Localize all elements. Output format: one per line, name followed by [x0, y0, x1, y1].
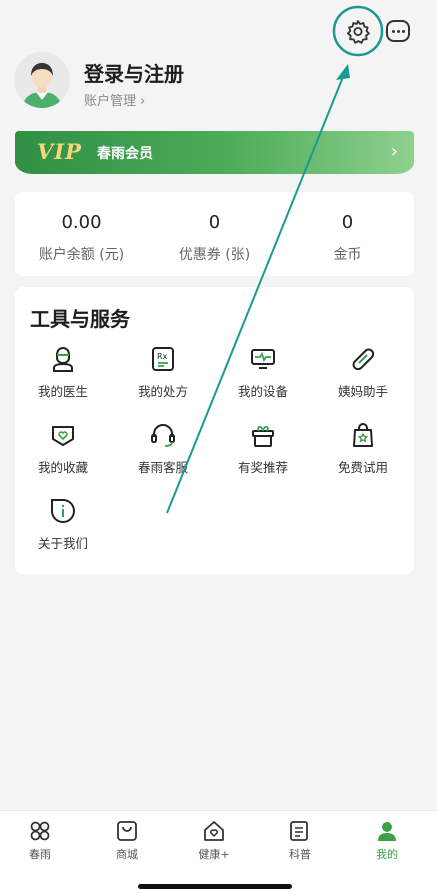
- vip-logo: VIP: [37, 139, 82, 164]
- tool-label: 我的设备: [237, 384, 288, 399]
- balance-label: 账户余额 (元): [38, 247, 125, 263]
- balance-stat[interactable]: 0.00 账户余额 (元): [15, 192, 148, 276]
- vip-label: 春雨会员: [97, 146, 153, 162]
- coins-value: 0: [341, 212, 354, 233]
- tool-label: 春雨客服: [137, 460, 188, 475]
- chunyu-icon: [30, 821, 50, 841]
- tab-health[interactable]: 健康+: [184, 819, 244, 863]
- tool-free-trial[interactable]: 免费试用: [323, 421, 403, 479]
- coins-stat[interactable]: 0 金币: [281, 192, 414, 276]
- gift-icon: [252, 425, 274, 447]
- period-assistant-icon: [352, 348, 375, 371]
- more-menu-icon[interactable]: [386, 20, 410, 42]
- vip-banner[interactable]: VIP 春雨会员 ›: [15, 131, 414, 174]
- tool-label: 我的医生: [37, 384, 88, 399]
- tool-label: 我的处方: [137, 384, 188, 399]
- login-register-title[interactable]: 登录与注册: [84, 58, 184, 87]
- tab-label: 科普: [289, 848, 311, 861]
- top-bar: [0, 0, 437, 50]
- home-indicator: [138, 884, 292, 889]
- coins-label: 金币: [333, 247, 362, 263]
- favorites-icon: [52, 426, 74, 446]
- coupon-value: 0: [208, 212, 221, 233]
- tool-referral-reward[interactable]: 有奖推荐: [223, 421, 303, 479]
- tool-about-us[interactable]: 关于我们: [23, 497, 103, 555]
- tool-label: 我的收藏: [37, 460, 88, 475]
- tool-label: 姨妈助手: [337, 384, 388, 399]
- balance-value: 0.00: [61, 212, 102, 233]
- avatar[interactable]: [14, 52, 70, 108]
- science-icon: [290, 821, 308, 841]
- tab-label: 商城: [116, 848, 138, 861]
- free-trial-icon: [353, 423, 373, 447]
- health-icon: [204, 821, 224, 841]
- tools-services-card: 工具与服务 我的医生 Rx 我的处方 我的设备 姨妈助手 我的收藏 春雨客服 有…: [15, 287, 414, 574]
- coupon-label: 优惠券 (张): [178, 247, 251, 263]
- about-icon: [51, 499, 75, 523]
- prescription-icon: Rx: [152, 347, 174, 371]
- settings-gear-icon[interactable]: [345, 18, 371, 44]
- profile-icon: [378, 822, 396, 841]
- svg-text:Rx: Rx: [157, 352, 168, 361]
- tab-label: 我的: [376, 848, 398, 861]
- doctor-icon: [53, 346, 73, 372]
- tab-science[interactable]: 科普: [270, 819, 330, 863]
- tool-label: 免费试用: [337, 460, 388, 475]
- device-icon: [251, 349, 275, 369]
- bottom-tab-bar: 春雨 商城 健康+ 科普 我的: [0, 810, 437, 893]
- tool-customer-service[interactable]: 春雨客服: [123, 421, 203, 479]
- profile-header[interactable]: 登录与注册 账户管理 ›: [14, 52, 394, 112]
- chevron-right-icon: ›: [390, 141, 398, 162]
- shop-icon: [117, 821, 137, 841]
- tab-profile[interactable]: 我的: [357, 819, 417, 863]
- tab-chunyu[interactable]: 春雨: [10, 819, 70, 863]
- tool-label: 关于我们: [37, 536, 88, 551]
- tool-my-doctor[interactable]: 我的医生: [23, 345, 103, 403]
- customer-service-icon: [151, 424, 175, 447]
- tab-shop[interactable]: 商城: [97, 819, 157, 863]
- tool-my-device[interactable]: 我的设备: [223, 345, 303, 403]
- tab-label: 春雨: [29, 848, 51, 861]
- tab-label: 健康+: [198, 848, 230, 861]
- tool-label: 有奖推荐: [237, 460, 288, 475]
- tool-my-prescription[interactable]: Rx 我的处方: [123, 345, 203, 403]
- tools-title: 工具与服务: [30, 307, 130, 331]
- account-stats-card: 0.00 账户余额 (元) 0 优惠券 (张) 0 金币: [15, 192, 414, 276]
- tool-my-favorites[interactable]: 我的收藏: [23, 421, 103, 479]
- tool-period-assistant[interactable]: 姨妈助手: [323, 345, 403, 403]
- account-management-link[interactable]: 账户管理 ›: [84, 90, 145, 109]
- coupon-stat[interactable]: 0 优惠券 (张): [148, 192, 281, 276]
